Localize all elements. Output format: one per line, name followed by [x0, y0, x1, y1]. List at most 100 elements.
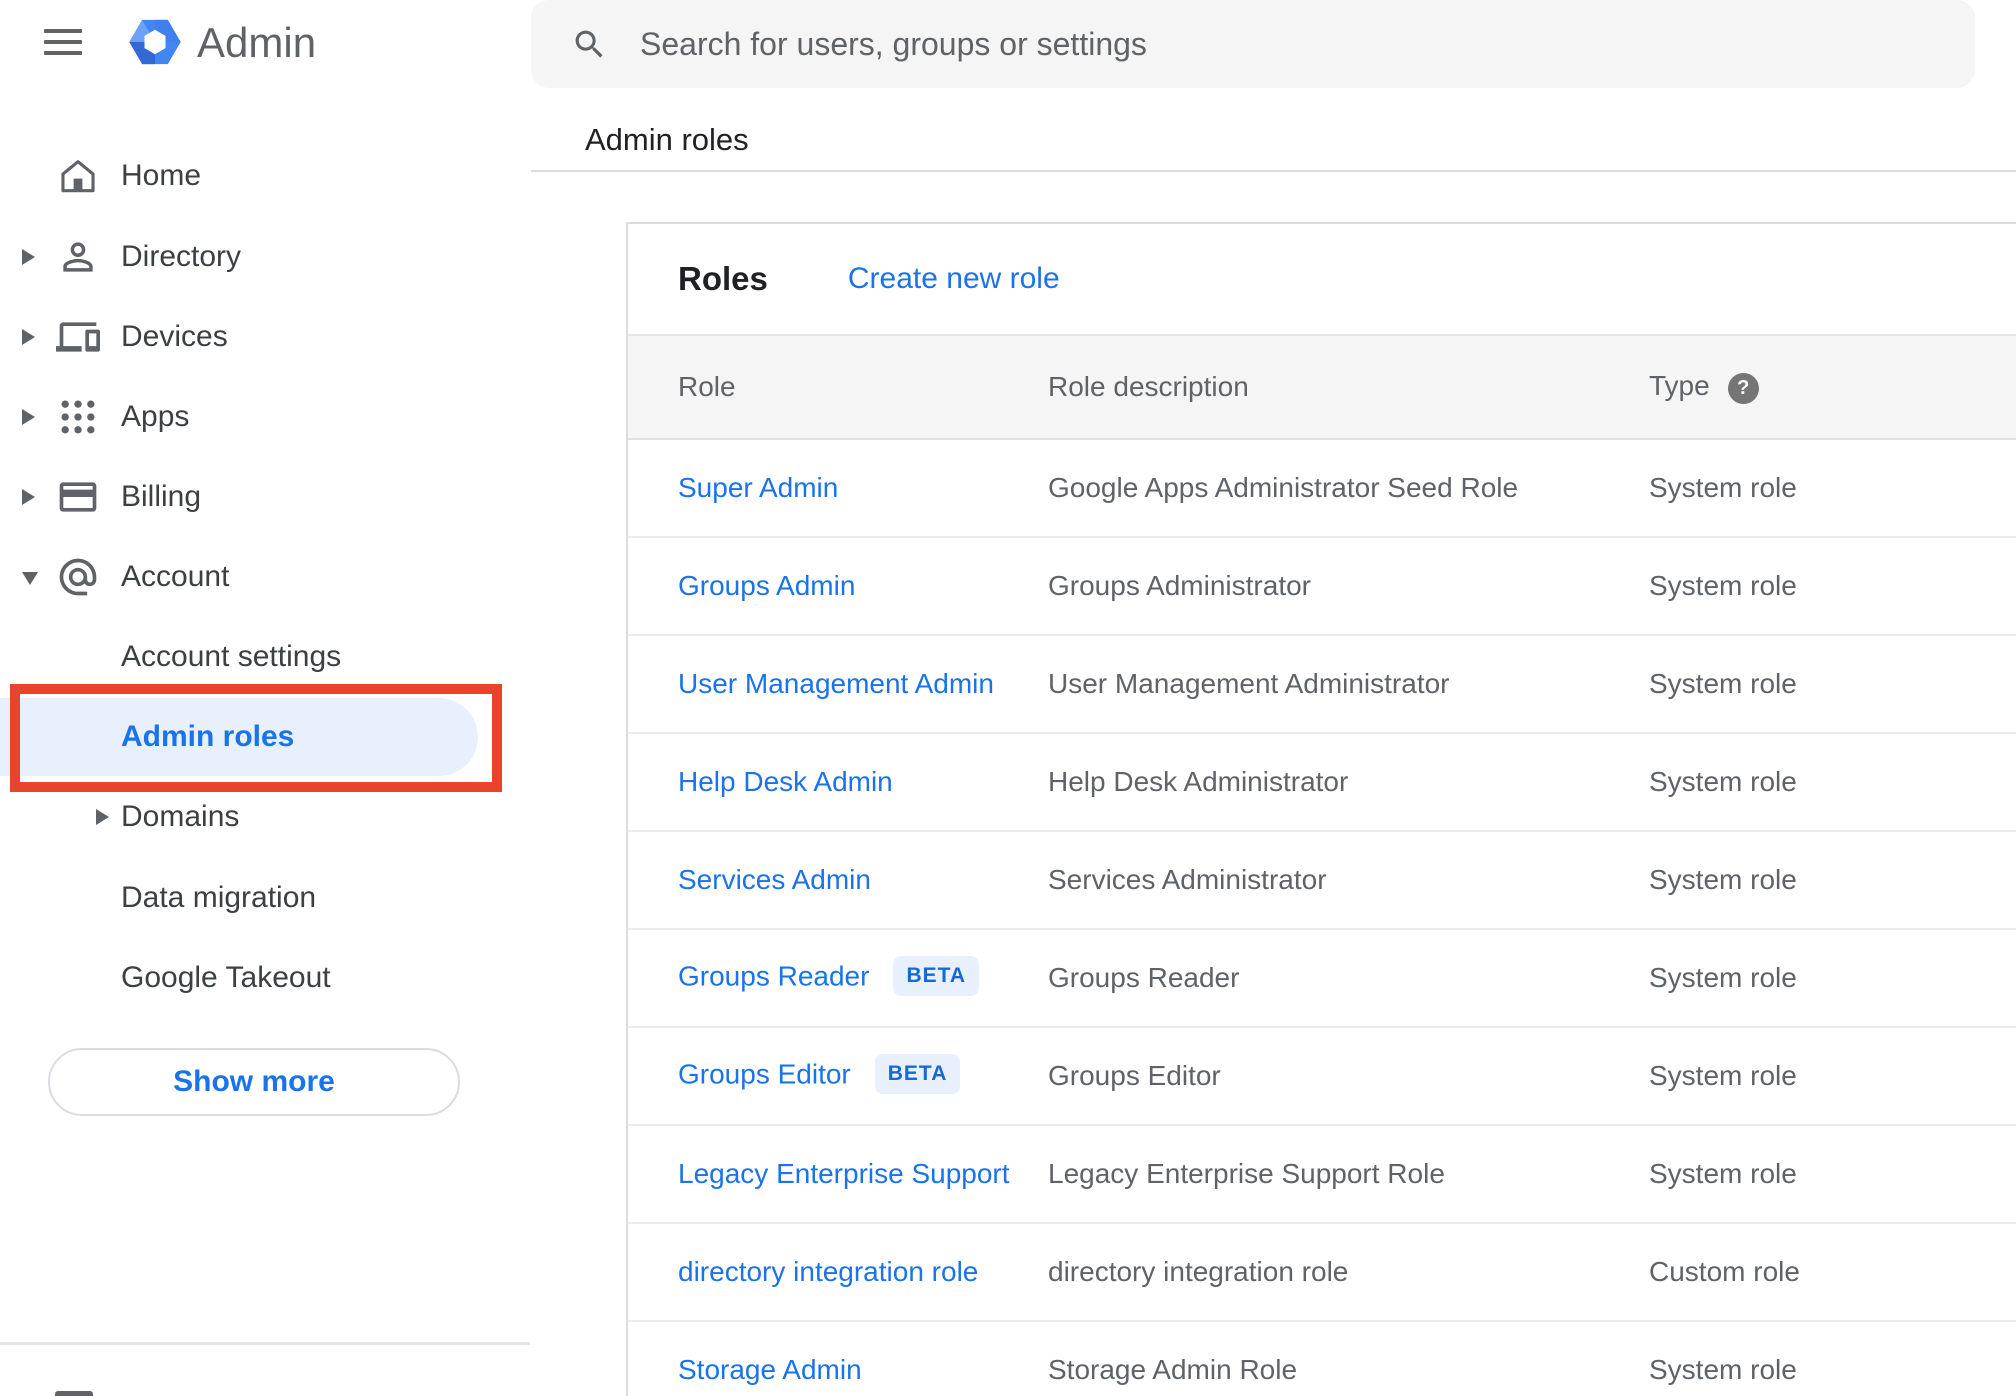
search-icon	[571, 26, 608, 63]
role-type-cell: System role	[1599, 1125, 2016, 1224]
role-cell: directory integration role	[628, 1223, 998, 1322]
sidebar: Home Directory Devices Apps Billing Account Ac…	[0, 0, 530, 1396]
beta-badge: BETA	[874, 1054, 961, 1094]
table-row: directory integration role directory inte…	[628, 1223, 2016, 1322]
role-description: Storage Admin Role	[1048, 1354, 1298, 1385]
role-type: System role	[1649, 864, 1797, 895]
content-divider	[531, 170, 2016, 172]
role-cell: Help Desk Admin	[628, 733, 998, 832]
person-icon	[56, 235, 100, 279]
roles-card-header: Roles Create new role	[628, 224, 2016, 334]
sidebar-divider	[0, 1342, 530, 1345]
role-cell: User Management Admin	[628, 635, 998, 734]
sidebar-item-devices[interactable]: Devices	[0, 297, 530, 377]
sidebar-item-label: Devices	[121, 320, 228, 353]
role-type-cell: System role	[1599, 733, 2016, 832]
chevron-down-icon[interactable]	[22, 572, 38, 585]
sidebar-item-domains[interactable]: Domains	[0, 777, 530, 857]
roles-title: Roles	[678, 260, 768, 297]
sidebar-item-data-migration[interactable]: Data migration	[0, 858, 530, 938]
role-link[interactable]: Storage Admin	[678, 1354, 862, 1385]
role-link[interactable]: Groups Editor	[678, 1058, 851, 1089]
role-type: System role	[1649, 668, 1797, 699]
table-row: Groups Reader BETA Groups Reader System rol…	[628, 929, 2016, 1028]
credit-card-icon	[56, 475, 100, 519]
sidebar-item-label: Google Takeout	[121, 961, 331, 994]
role-type: System role	[1649, 962, 1797, 993]
role-description: Groups Reader	[1048, 962, 1240, 993]
role-description: Services Administrator	[1048, 864, 1327, 895]
table-row: Legacy Enterprise Support Legacy Enterpri…	[628, 1125, 2016, 1224]
role-cell: Super Admin	[628, 439, 998, 538]
sidebar-item-label: Account	[121, 560, 230, 593]
sidebar-item-apps[interactable]: Apps	[0, 377, 530, 457]
chevron-right-icon[interactable]	[22, 489, 35, 505]
role-type-cell: Custom role	[1599, 1223, 2016, 1322]
help-icon[interactable]: ?	[1727, 372, 1759, 404]
at-email-icon	[56, 555, 100, 599]
role-description-cell: Legacy Enterprise Support Role	[998, 1125, 1599, 1224]
role-type-cell: System role	[1599, 1321, 2016, 1396]
roles-table: Role Role description Type? Super Admin G…	[628, 334, 2016, 1396]
role-link[interactable]: User Management Admin	[678, 668, 994, 699]
role-description: Groups Administrator	[1048, 570, 1311, 601]
column-header-role-description: Role description	[998, 334, 1599, 440]
role-type-cell: System role	[1599, 1027, 2016, 1126]
role-description-cell: Groups Editor	[998, 1027, 1599, 1126]
table-row: Groups Editor BETA Groups Editor System rol…	[628, 1027, 2016, 1126]
chevron-right-icon[interactable]	[96, 809, 109, 825]
sidebar-item-label: Account settings	[121, 640, 342, 673]
beta-badge: BETA	[893, 956, 980, 996]
sidebar-item-billing[interactable]: Billing	[0, 457, 530, 537]
sidebar-item-admin-roles[interactable]: Admin roles	[0, 698, 478, 776]
role-link[interactable]: Legacy Enterprise Support	[678, 1158, 1010, 1189]
search-input[interactable]	[638, 24, 1975, 64]
sidebar-item-directory[interactable]: Directory	[0, 217, 530, 297]
role-type-cell: System role	[1599, 439, 2016, 538]
sidebar-item-label: Data migration	[121, 881, 317, 914]
role-type: Custom role	[1649, 1256, 1800, 1287]
role-type-cell: System role	[1599, 635, 2016, 734]
devices-icon	[56, 315, 100, 359]
sidebar-item-account[interactable]: Account	[0, 537, 530, 617]
role-type: System role	[1649, 1354, 1797, 1385]
apps-icon	[56, 395, 100, 439]
sidebar-item-account-settings[interactable]: Account settings	[0, 617, 530, 697]
chevron-right-icon[interactable]	[22, 249, 35, 265]
role-type: System role	[1649, 472, 1797, 503]
sidebar-item-label: Home	[121, 159, 202, 192]
sidebar-item-label: Billing	[121, 480, 202, 513]
table-row: User Management Admin User Management Adm…	[628, 635, 2016, 734]
table-header-row: Role Role description Type?	[628, 334, 2016, 440]
partial-bottom-icon	[55, 1391, 93, 1396]
role-type-cell: System role	[1599, 929, 2016, 1028]
show-more-button[interactable]: Show more	[48, 1048, 460, 1116]
roles-card: Roles Create new role Role Role descript…	[626, 222, 2016, 1396]
column-header-type: Type?	[1599, 334, 2016, 440]
role-description-cell: Storage Admin Role	[998, 1321, 1599, 1396]
chevron-right-icon[interactable]	[22, 329, 35, 345]
role-link[interactable]: Super Admin	[678, 472, 838, 503]
role-link[interactable]: directory integration role	[678, 1256, 978, 1287]
sidebar-item-label: Apps	[121, 400, 190, 433]
sidebar-item-label: Admin roles	[121, 720, 295, 753]
role-type: System role	[1649, 1060, 1797, 1091]
sidebar-item-google-takeout[interactable]: Google Takeout	[0, 938, 530, 1018]
create-new-role-link[interactable]: Create new role	[848, 262, 1060, 296]
search-bar[interactable]	[531, 0, 1975, 88]
chevron-right-icon[interactable]	[22, 409, 35, 425]
role-description-cell: Groups Administrator	[998, 537, 1599, 636]
role-link[interactable]: Groups Reader	[678, 960, 869, 991]
sidebar-item-label: Domains	[121, 800, 240, 833]
role-description: directory integration role	[1048, 1256, 1349, 1287]
table-row: Help Desk Admin Help Desk Administrator Sy…	[628, 733, 2016, 832]
sidebar-item-home[interactable]: Home	[0, 136, 530, 216]
role-cell: Storage Admin	[628, 1321, 998, 1396]
table-row: Services Admin Services Administrator Syst…	[628, 831, 2016, 930]
role-description-cell: Groups Reader	[998, 929, 1599, 1028]
admin-console: Admin Home Directory Devices Apps Billing Acc…	[0, 0, 2016, 1396]
role-link[interactable]: Help Desk Admin	[678, 766, 893, 797]
role-link[interactable]: Services Admin	[678, 864, 871, 895]
role-link[interactable]: Groups Admin	[678, 570, 855, 601]
role-cell: Groups Editor BETA	[628, 1027, 998, 1126]
